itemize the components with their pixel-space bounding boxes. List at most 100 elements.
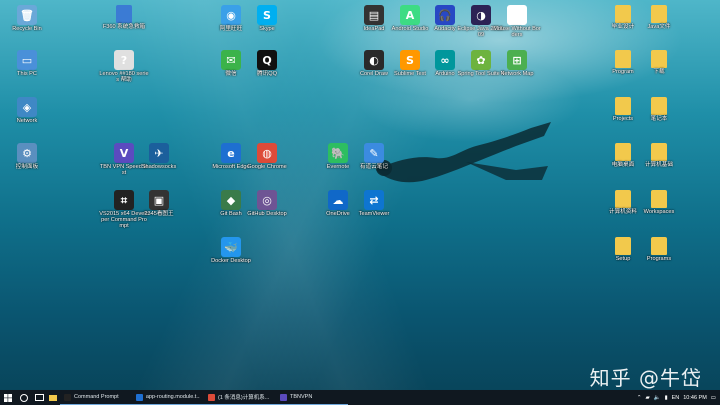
folder-icon: ▆ bbox=[615, 5, 631, 23]
desktop-icon-f12[interactable]: ▆Programs bbox=[634, 237, 684, 262]
task-view-button[interactable] bbox=[32, 390, 46, 405]
desktop-icon-chrome[interactable]: ◍ Google Chrome bbox=[242, 143, 292, 170]
taskbar-app-button[interactable]: TBNVPN bbox=[276, 390, 348, 405]
folder-icon: ▆ bbox=[651, 237, 667, 255]
desktop-icon-label: Workspaces bbox=[643, 209, 675, 215]
taskbar-app-label: Command Prompt bbox=[74, 394, 119, 400]
desktop-icon-notes[interactable]: ✎ 有道云笔记 bbox=[349, 143, 399, 170]
desktop-icon-mouse[interactable]: ↖ Mouse Without Borders bbox=[492, 5, 542, 38]
desktop-icon-f11[interactable]: ▆Workspaces bbox=[634, 190, 684, 215]
desktop-icon-label: F360 系统急救箱 bbox=[102, 24, 146, 30]
gitbash-icon: ◆ bbox=[221, 190, 241, 210]
volume-icon[interactable]: 🔈 bbox=[654, 395, 661, 401]
folder-icon: ▆ bbox=[651, 143, 667, 161]
desktop-icon-recycle[interactable]: 🗑 Recycle Bin bbox=[2, 5, 52, 32]
folder-icon: ▆ bbox=[615, 190, 631, 208]
github-icon: ◎ bbox=[257, 190, 277, 210]
control-icon: ⚙ bbox=[17, 143, 37, 163]
desktop-icon-label: Mouse Without Borders bbox=[493, 26, 541, 38]
notification-icon[interactable]: ▭ bbox=[711, 395, 716, 401]
network-icon[interactable]: ▰ bbox=[645, 395, 649, 401]
desktop-icon-label: Docker Desktop bbox=[211, 258, 251, 264]
taskbar-app-button[interactable]: Command Prompt bbox=[60, 390, 132, 405]
folder-icon: ▆ bbox=[615, 97, 631, 115]
audacity-icon: 🎧 bbox=[435, 5, 455, 25]
desktop-icon-label: Recycle Bin bbox=[12, 26, 42, 32]
corel-icon: ◐ bbox=[364, 50, 384, 70]
desktop-icon-f8[interactable]: ▆下载 bbox=[634, 50, 684, 75]
desktop-icon-network[interactable]: ◈ Network bbox=[2, 97, 52, 124]
shadowsocks-icon: ✈ bbox=[149, 143, 169, 163]
onedrive-icon: ☁ bbox=[328, 190, 348, 210]
desktop-icon-teamviewer[interactable]: ⇄ TeamViewer bbox=[349, 190, 399, 217]
cortana-icon bbox=[20, 393, 28, 402]
lenovo-icon: ? bbox=[114, 50, 134, 70]
folder-icon: ▆ bbox=[651, 190, 667, 208]
wechat-icon: ✉ bbox=[221, 50, 241, 70]
ime-indicator[interactable]: EN bbox=[672, 395, 680, 401]
taskbar-app-button[interactable]: app-routing.module.t... bbox=[132, 390, 204, 405]
folder-icon: ▆ bbox=[615, 237, 631, 255]
desktop-icon-skype[interactable]: S Skype bbox=[242, 5, 292, 32]
network-icon: ◈ bbox=[17, 97, 37, 117]
springtool-icon: ✿ bbox=[471, 50, 491, 70]
taskbar: Command Prompt app-routing.module.t... (1 … bbox=[0, 390, 720, 405]
desktop-icon-f360[interactable]: ✚F360 系统急救箱 bbox=[99, 5, 149, 30]
androidstudio-icon: A bbox=[400, 5, 420, 25]
desktop-icon-f9[interactable]: ▆笔记本 bbox=[634, 97, 684, 122]
desktop-icon-label: Network Map bbox=[500, 71, 534, 77]
cortana-button[interactable] bbox=[16, 390, 32, 405]
desktop-icon-label: TeamViewer bbox=[358, 211, 390, 217]
app-icon bbox=[64, 393, 71, 401]
cmdtool-icon: ▣ bbox=[149, 190, 169, 210]
desktop-icon-label: 计算机基础 bbox=[645, 162, 673, 168]
desktop-icon-f10[interactable]: ▆计算机基础 bbox=[634, 143, 684, 168]
desktop-icon-docker[interactable]: 🐳 Docker Desktop bbox=[206, 237, 256, 264]
aliwangwang-icon: ◉ bbox=[221, 5, 241, 25]
desktop-icon-cmdtool[interactable]: ▣ 2345看图王 bbox=[134, 190, 184, 217]
taskbar-app-label: TBNVPN bbox=[290, 394, 313, 400]
desktop-icon-qq[interactable]: Q 腾讯QQ bbox=[242, 50, 292, 77]
clock[interactable]: 10:46 PM bbox=[683, 395, 707, 401]
folder-icon: ✚ bbox=[116, 5, 132, 23]
edge-icon: e bbox=[221, 143, 241, 163]
folder-icon: ▆ bbox=[651, 50, 667, 68]
folder-icon: ▆ bbox=[615, 143, 631, 161]
app-icon bbox=[208, 393, 215, 401]
taskbar-app-label: app-routing.module.t... bbox=[145, 394, 200, 400]
vs-icon: ⌗ bbox=[114, 190, 134, 210]
desktop-icon-control[interactable]: ⚙ 控制面板 bbox=[2, 143, 52, 170]
desktop-icon-shadowsocks[interactable]: ✈ Shadowsocks bbox=[134, 143, 184, 170]
teamviewer-icon: ⇄ bbox=[364, 190, 384, 210]
task-view-icon bbox=[34, 394, 44, 401]
explorer-taskbar-button[interactable] bbox=[46, 390, 60, 405]
taskbar-app-button[interactable]: (1 条消息)计算机系... bbox=[204, 390, 276, 405]
netmap-icon: ⊞ bbox=[507, 50, 527, 70]
folder-icon: ▆ bbox=[651, 5, 667, 23]
desktop-icon-label: Programs bbox=[646, 256, 672, 262]
desktop-icon-github[interactable]: ◎ GitHub Desktop bbox=[242, 190, 292, 217]
desktop-icon-label: Shadowsocks bbox=[141, 164, 177, 170]
folder-icon bbox=[49, 394, 57, 401]
desktop-icon-netmap[interactable]: ⊞ Network Map bbox=[492, 50, 542, 77]
taskbar-app-label: (1 条消息)计算机系... bbox=[218, 395, 270, 401]
arduino-icon: ∞ bbox=[435, 50, 455, 70]
desktop-icon-label: 控制面板 bbox=[15, 164, 39, 170]
tray-arrow-icon[interactable]: ⌃ bbox=[637, 395, 642, 401]
docker-icon: 🐳 bbox=[221, 237, 241, 257]
desktop-icon-f7[interactable]: ▆Java文件 bbox=[634, 5, 684, 30]
recycle-icon: 🗑 bbox=[17, 5, 37, 25]
battery-icon[interactable]: ▮ bbox=[665, 395, 668, 401]
thispc-icon: ▭ bbox=[17, 50, 37, 70]
desktop-icon-lenovo[interactable]: ? Lenovo ##180 series 帮助 bbox=[99, 50, 149, 83]
desktop-icon-label: 2345看图王 bbox=[144, 211, 174, 217]
app-icon bbox=[280, 393, 287, 401]
watermark-text: 知乎 @牛岱 bbox=[589, 366, 702, 390]
eclipse-icon: ◑ bbox=[471, 5, 491, 25]
start-button[interactable] bbox=[0, 390, 16, 405]
skype-icon: S bbox=[257, 5, 277, 25]
app-icon bbox=[136, 393, 143, 401]
desktop-icon-label: Google Chrome bbox=[247, 164, 287, 170]
desktop-icon-thispc[interactable]: ▭ This PC bbox=[2, 50, 52, 77]
folder-icon: ▆ bbox=[651, 97, 667, 115]
